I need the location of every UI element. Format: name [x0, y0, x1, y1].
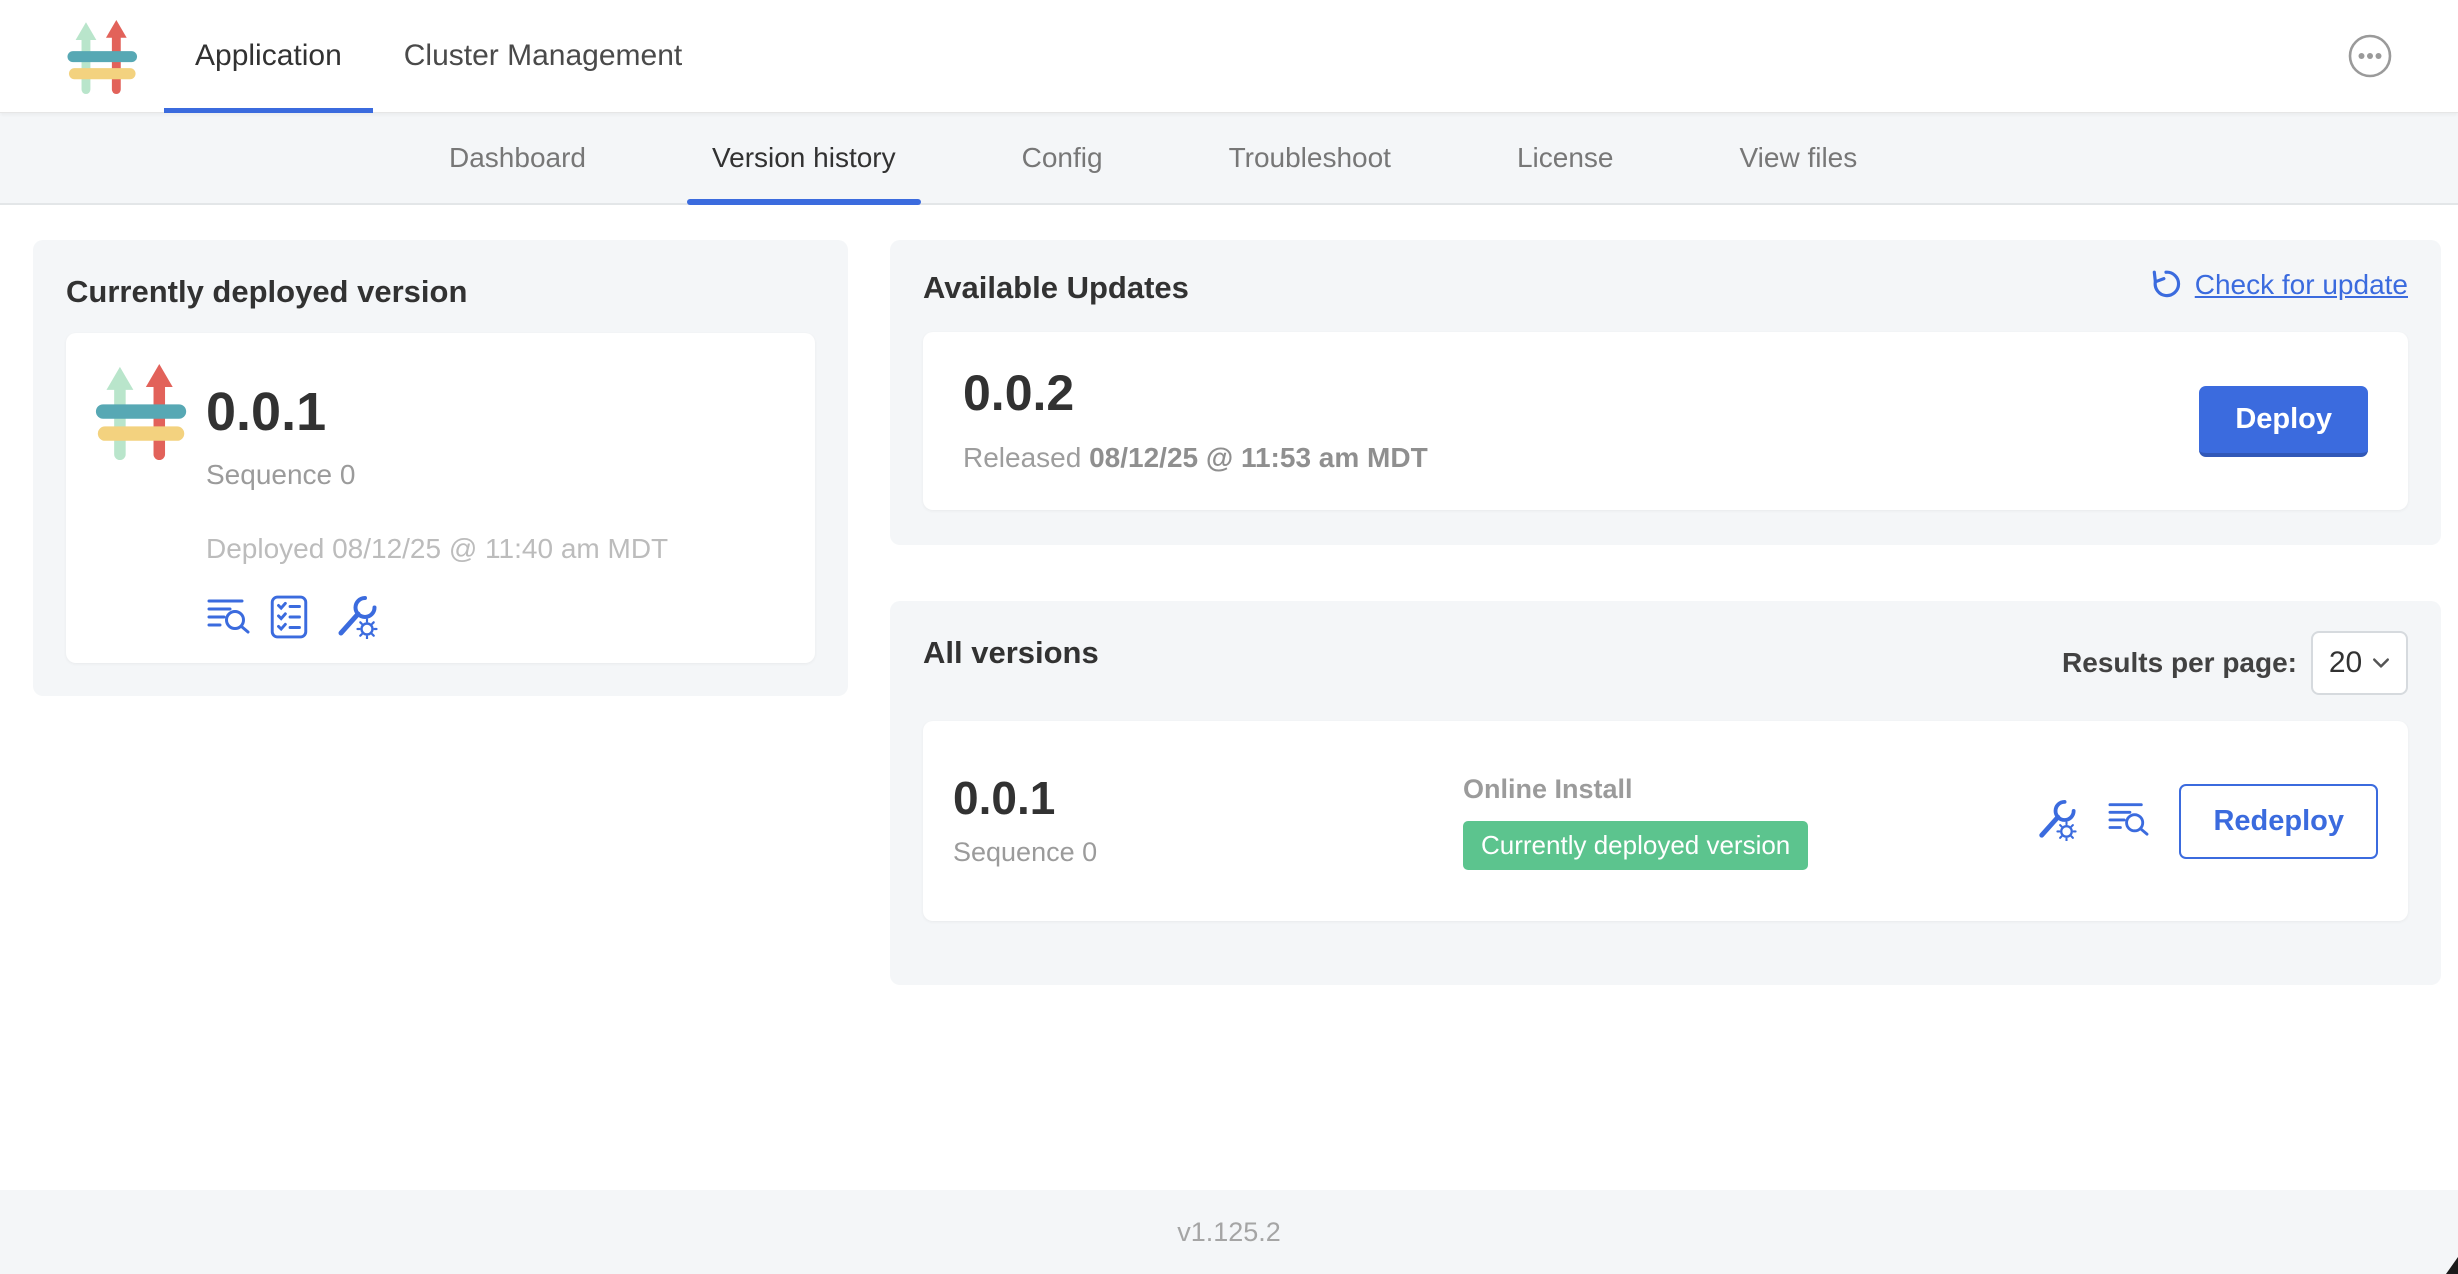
main-content: Currently deployed version 0.0.1 Sequenc… [0, 205, 2458, 985]
edit-config-icon[interactable] [2035, 799, 2079, 843]
update-released-line: Released 08/12/25 @ 11:53 am MDT [963, 442, 1428, 474]
update-card: 0.0.2 Released 08/12/25 @ 11:53 am MDT D… [923, 332, 2408, 510]
all-versions-panel: All versions Results per page: 20 [890, 601, 2441, 985]
row-sequence: Sequence 0 [953, 837, 1463, 868]
available-updates-panel: Available Updates Check for update [890, 240, 2441, 545]
app-subnav: Dashboard Version history Config Trouble… [0, 113, 2458, 205]
version-row: 0.0.1 Sequence 0 Online Install Currentl… [923, 721, 2408, 921]
version-row-actions: Redeploy [2035, 784, 2378, 859]
redeploy-button[interactable]: Redeploy [2179, 784, 2378, 859]
currently-deployed-title: Currently deployed version [66, 274, 815, 310]
update-version-number: 0.0.2 [963, 368, 1428, 418]
check-for-update-link[interactable]: Check for update [2149, 268, 2408, 302]
tab-version-history[interactable]: Version history [687, 113, 921, 203]
deployed-sequence: Sequence 0 [206, 459, 668, 491]
ellipsis-menu-icon[interactable] [2346, 32, 2394, 80]
results-per-page-value: 20 [2329, 646, 2362, 680]
header-right [2346, 0, 2458, 112]
chevron-down-icon [2372, 657, 2390, 669]
app-switcher-tabs: Application Cluster Management [164, 0, 713, 112]
right-column: Available Updates Check for update [890, 240, 2441, 985]
deployed-version-details: 0.0.1 Sequence 0 Deployed 08/12/25 @ 11:… [206, 359, 668, 639]
available-updates-title: Available Updates [923, 270, 1189, 306]
tab-view-files[interactable]: View files [1714, 113, 1882, 203]
currently-deployed-badge: Currently deployed version [1463, 821, 1808, 870]
released-prefix: Released [963, 442, 1089, 473]
deployed-action-icons [206, 595, 668, 639]
update-details: 0.0.2 Released 08/12/25 @ 11:53 am MDT [963, 368, 1428, 474]
app-logo-icon [66, 14, 140, 112]
results-per-page-label: Results per page: [2062, 647, 2297, 679]
all-versions-title: All versions [923, 635, 1099, 671]
tab-dashboard[interactable]: Dashboard [424, 113, 611, 203]
tab-license[interactable]: License [1492, 113, 1639, 203]
top-nav: Application Cluster Management [0, 0, 2458, 113]
console-version-label: v1.125.2 [1177, 1217, 1281, 1248]
row-version-number: 0.0.1 [953, 775, 1463, 821]
tab-application[interactable]: Application [164, 0, 373, 112]
footer: v1.125.2 [0, 1190, 2458, 1274]
version-row-status: Online Install Currently deployed versio… [1463, 772, 1808, 870]
refresh-icon [2149, 268, 2183, 302]
app-logo-icon [94, 361, 190, 463]
tab-cluster-management[interactable]: Cluster Management [373, 0, 713, 112]
edit-config-icon[interactable] [334, 595, 378, 639]
deployed-version-card: 0.0.1 Sequence 0 Deployed 08/12/25 @ 11:… [66, 333, 815, 663]
version-row-info: 0.0.1 Sequence 0 [953, 775, 1463, 868]
view-diff-icon[interactable] [206, 595, 250, 639]
results-per-page: Results per page: 20 [2062, 631, 2408, 695]
install-type-label: Online Install [1463, 774, 1808, 805]
deployed-timestamp: Deployed 08/12/25 @ 11:40 am MDT [206, 533, 668, 565]
results-per-page-select[interactable]: 20 [2311, 631, 2408, 695]
currently-deployed-panel: Currently deployed version 0.0.1 Sequenc… [33, 240, 848, 696]
preflight-checks-icon[interactable] [270, 595, 314, 639]
tab-config[interactable]: Config [997, 113, 1128, 203]
deploy-button[interactable]: Deploy [2199, 386, 2368, 457]
released-timestamp: 08/12/25 @ 11:53 am MDT [1089, 442, 1428, 473]
check-for-update-label: Check for update [2195, 269, 2408, 301]
view-diff-icon[interactable] [2107, 799, 2151, 843]
tab-troubleshoot[interactable]: Troubleshoot [1204, 113, 1416, 203]
deployed-version-number: 0.0.1 [206, 385, 668, 439]
